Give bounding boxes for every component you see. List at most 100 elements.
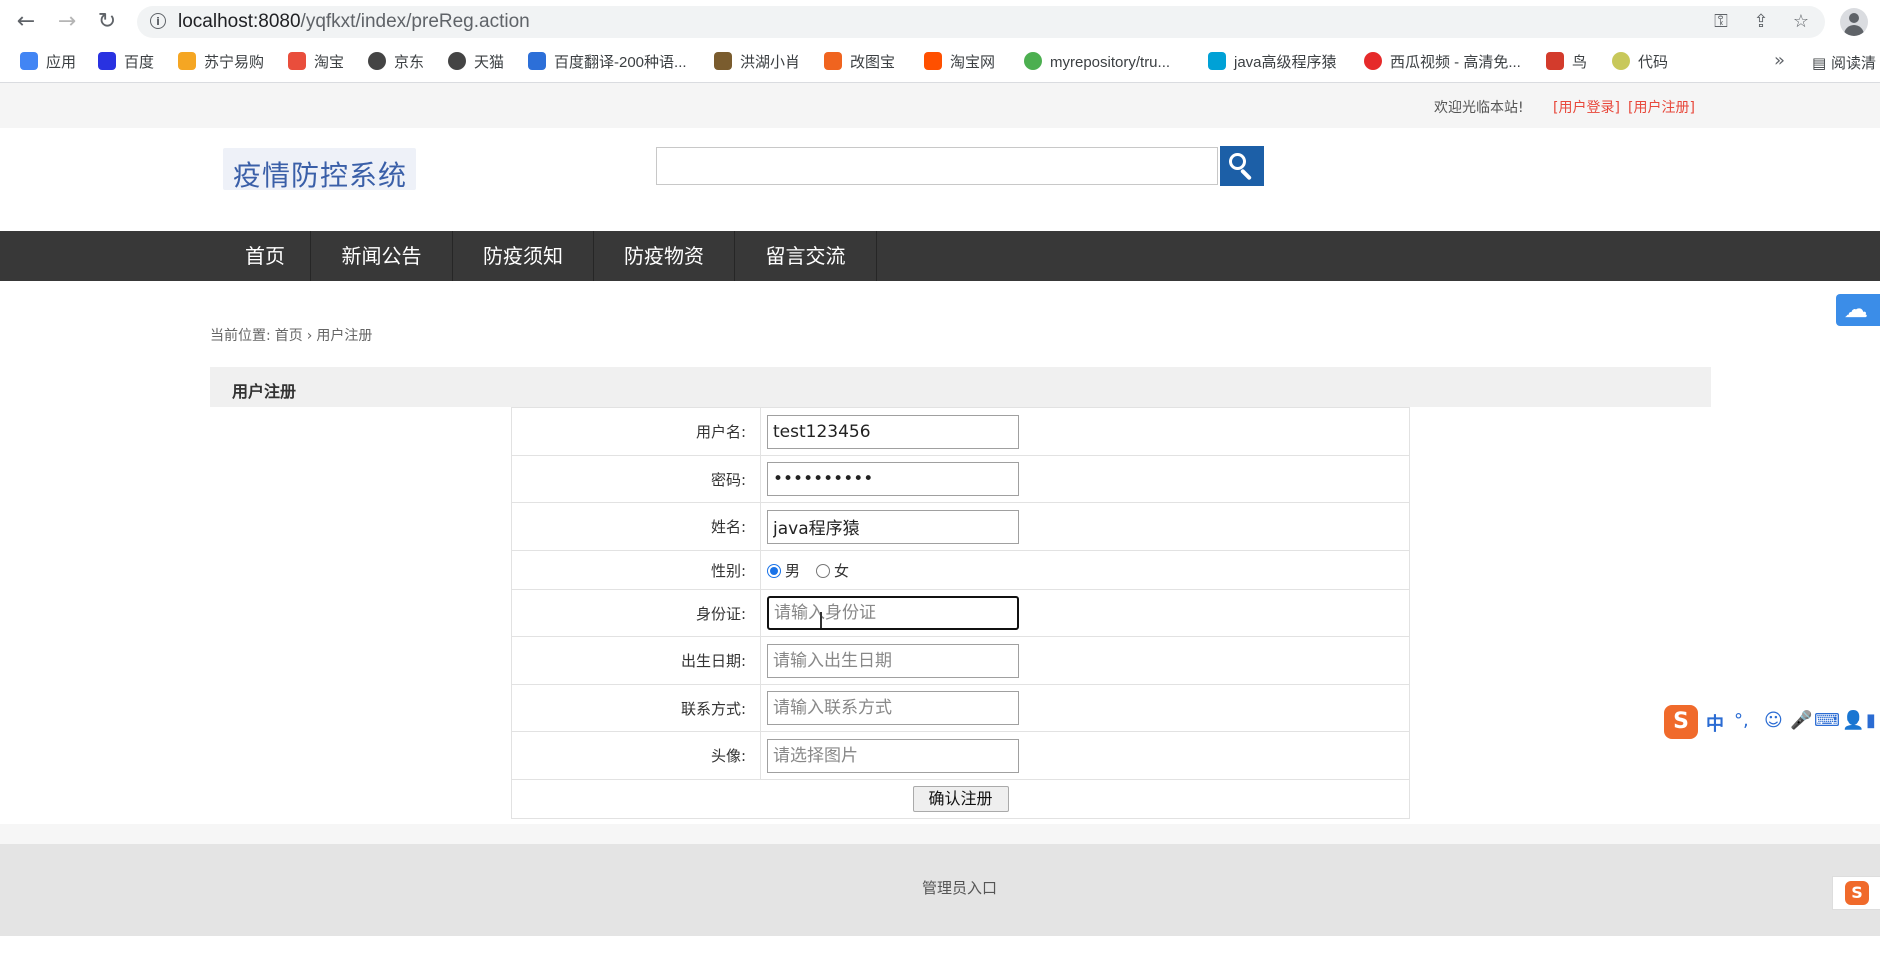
- search-icon-handle: [1239, 168, 1253, 181]
- birth-label: 出生日期:: [511, 636, 761, 685]
- bookmark-label: 应用: [46, 54, 77, 71]
- reading-list[interactable]: ▤ 阅读清: [1812, 52, 1876, 73]
- ime-toolbar[interactable]: S 中 °, ☺ 🎤 ⌨ 👤 ▮: [1662, 703, 1880, 741]
- user-icon[interactable]: 👤: [1842, 710, 1864, 731]
- username-field[interactable]: [767, 414, 1019, 449]
- reload-icon[interactable]: ↻: [95, 10, 119, 34]
- site-header: 疫情防控系统: [0, 128, 1880, 231]
- register-link[interactable]: [用户注册]: [1628, 97, 1695, 117]
- gender-male-label[interactable]: 男: [785, 562, 800, 580]
- forward-icon[interactable]: →: [55, 10, 79, 34]
- ime-punctuation-indicator[interactable]: °,: [1734, 710, 1749, 731]
- cloud-widget-icon[interactable]: [1836, 294, 1880, 326]
- password-cell: [760, 455, 1410, 503]
- bookmark-taobao[interactable]: 淘宝: [288, 52, 344, 72]
- nav-item-messages[interactable]: 留言交流: [735, 231, 877, 281]
- gaitubao-icon: [824, 52, 842, 70]
- login-link[interactable]: [用户登录]: [1553, 97, 1620, 117]
- bookmark-code[interactable]: 代码: [1612, 52, 1668, 72]
- welcome-text: 欢迎光临本站!: [1434, 100, 1524, 116]
- form-row-idcard: 身份证:: [511, 589, 1410, 637]
- avatar-label: 头像:: [511, 731, 761, 780]
- bookmark-apps[interactable]: 应用: [20, 52, 76, 72]
- reading-list-icon: ▤: [1812, 54, 1831, 72]
- form-row-avatar: 头像:: [511, 731, 1410, 780]
- site-logo[interactable]: 疫情防控系统: [223, 148, 416, 192]
- address-bar[interactable]: i localhost:8080/yqfkxt/index/preReg.act…: [137, 6, 1825, 38]
- nav-item-notice[interactable]: 防疫须知: [453, 231, 594, 281]
- bookmark-label: 鸟: [1572, 54, 1588, 71]
- key-icon[interactable]: ⚿: [1709, 10, 1733, 34]
- moon-icon: [1612, 52, 1630, 70]
- star-icon[interactable]: ☆: [1789, 10, 1813, 34]
- bookmark-taobaowang[interactable]: 淘宝网: [924, 52, 995, 72]
- more-bookmarks-icon[interactable]: »: [1774, 50, 1785, 71]
- profile-avatar-icon[interactable]: [1840, 8, 1868, 36]
- idcard-label: 身份证:: [511, 589, 761, 637]
- bookmark-suning[interactable]: 苏宁易购: [178, 52, 264, 72]
- microphone-icon[interactable]: 🎤: [1790, 710, 1812, 731]
- password-field[interactable]: [767, 462, 1019, 496]
- taobao-icon: [924, 52, 942, 70]
- gender-label: 性别:: [511, 550, 761, 590]
- confirm-register-button[interactable]: 确认注册: [912, 786, 1009, 812]
- bookmark-xigua[interactable]: 西瓜视频 - 高清免...: [1364, 52, 1521, 72]
- skin-icon[interactable]: ▮: [1866, 710, 1876, 731]
- form-title: 用户注册: [232, 382, 297, 401]
- gender-female-radio[interactable]: [816, 563, 831, 578]
- birthdate-field[interactable]: [767, 643, 1019, 678]
- bookmark-label: java高级程序猿: [1234, 54, 1337, 71]
- form-row-username: 用户名:: [511, 407, 1410, 456]
- nav-item-home[interactable]: 首页: [220, 231, 311, 281]
- bookmark-honghu[interactable]: 洪湖小肖: [714, 52, 800, 72]
- form-row-contact: 联系方式:: [511, 684, 1410, 732]
- gender-male-radio[interactable]: [767, 563, 781, 578]
- search-button[interactable]: [1220, 146, 1264, 186]
- breadcrumb-separator: ›: [306, 328, 313, 344]
- name-field[interactable]: [767, 509, 1019, 544]
- url-text[interactable]: localhost:8080/yqfkxt/index/preReg.actio…: [178, 11, 530, 33]
- gender-female-label[interactable]: 女: [834, 562, 849, 580]
- gender-cell: 男女: [760, 550, 1410, 590]
- contact-field[interactable]: [767, 691, 1019, 725]
- emoji-icon[interactable]: ☺: [1764, 710, 1783, 731]
- breadcrumb-home-link[interactable]: 首页: [275, 328, 303, 344]
- bilibili-tv-icon: [1208, 52, 1226, 70]
- sogou-ime-icon[interactable]: S: [1664, 705, 1698, 739]
- form-row-birth: 出生日期:: [511, 636, 1410, 685]
- bookmark-baidu-translate[interactable]: 百度翻译-200种语...: [528, 52, 687, 72]
- ime-mode-indicator[interactable]: 中: [1706, 710, 1724, 736]
- site-footer: 管理员入口: [0, 844, 1880, 936]
- bookmark-jd[interactable]: 京东: [368, 52, 424, 72]
- bookmark-label: 百度翻译-200种语...: [554, 54, 687, 71]
- taobao-icon: [288, 52, 306, 70]
- bookmark-myrepository[interactable]: myrepository/tru...: [1024, 52, 1170, 72]
- bookmarks-bar: 应用 百度 苏宁易购 淘宝 京东 天猫 百度翻译-200种语... 洪湖小肖 改…: [0, 43, 1880, 83]
- bookmark-niao[interactable]: 鸟: [1546, 52, 1587, 72]
- name-cell: [760, 502, 1410, 551]
- bookmark-gaitubao[interactable]: 改图宝: [824, 52, 895, 72]
- bookmark-label: 百度: [124, 54, 155, 71]
- translate-icon: [528, 52, 546, 70]
- bookmark-label: 改图宝: [850, 54, 896, 71]
- bookmark-java[interactable]: java高级程序猿: [1208, 52, 1337, 72]
- bookmark-tmall[interactable]: 天猫: [448, 52, 504, 72]
- globe-icon: [368, 52, 386, 70]
- form-row-password: 密码:: [511, 455, 1410, 503]
- keyboard-icon[interactable]: ⌨: [1814, 710, 1840, 731]
- admin-entry-link[interactable]: 管理员入口: [922, 877, 997, 898]
- bookmark-label: 苏宁易购: [204, 54, 265, 71]
- bookmark-label: 淘宝: [314, 54, 345, 71]
- nav-item-supplies[interactable]: 防疫物资: [594, 231, 735, 281]
- search-input[interactable]: [656, 147, 1218, 185]
- share-icon[interactable]: ⇪: [1749, 10, 1773, 34]
- nav-item-news[interactable]: 新闻公告: [311, 231, 453, 281]
- url-host: localhost:8080: [178, 11, 301, 32]
- back-icon[interactable]: ←: [14, 10, 38, 34]
- bookmark-baidu[interactable]: 百度: [98, 52, 154, 72]
- site-info-icon[interactable]: i: [150, 13, 166, 29]
- idcard-cell: [760, 589, 1410, 637]
- idcard-field[interactable]: [767, 596, 1019, 630]
- avatar-field[interactable]: [767, 738, 1019, 773]
- ime-mini-toolbar[interactable]: S: [1832, 876, 1880, 910]
